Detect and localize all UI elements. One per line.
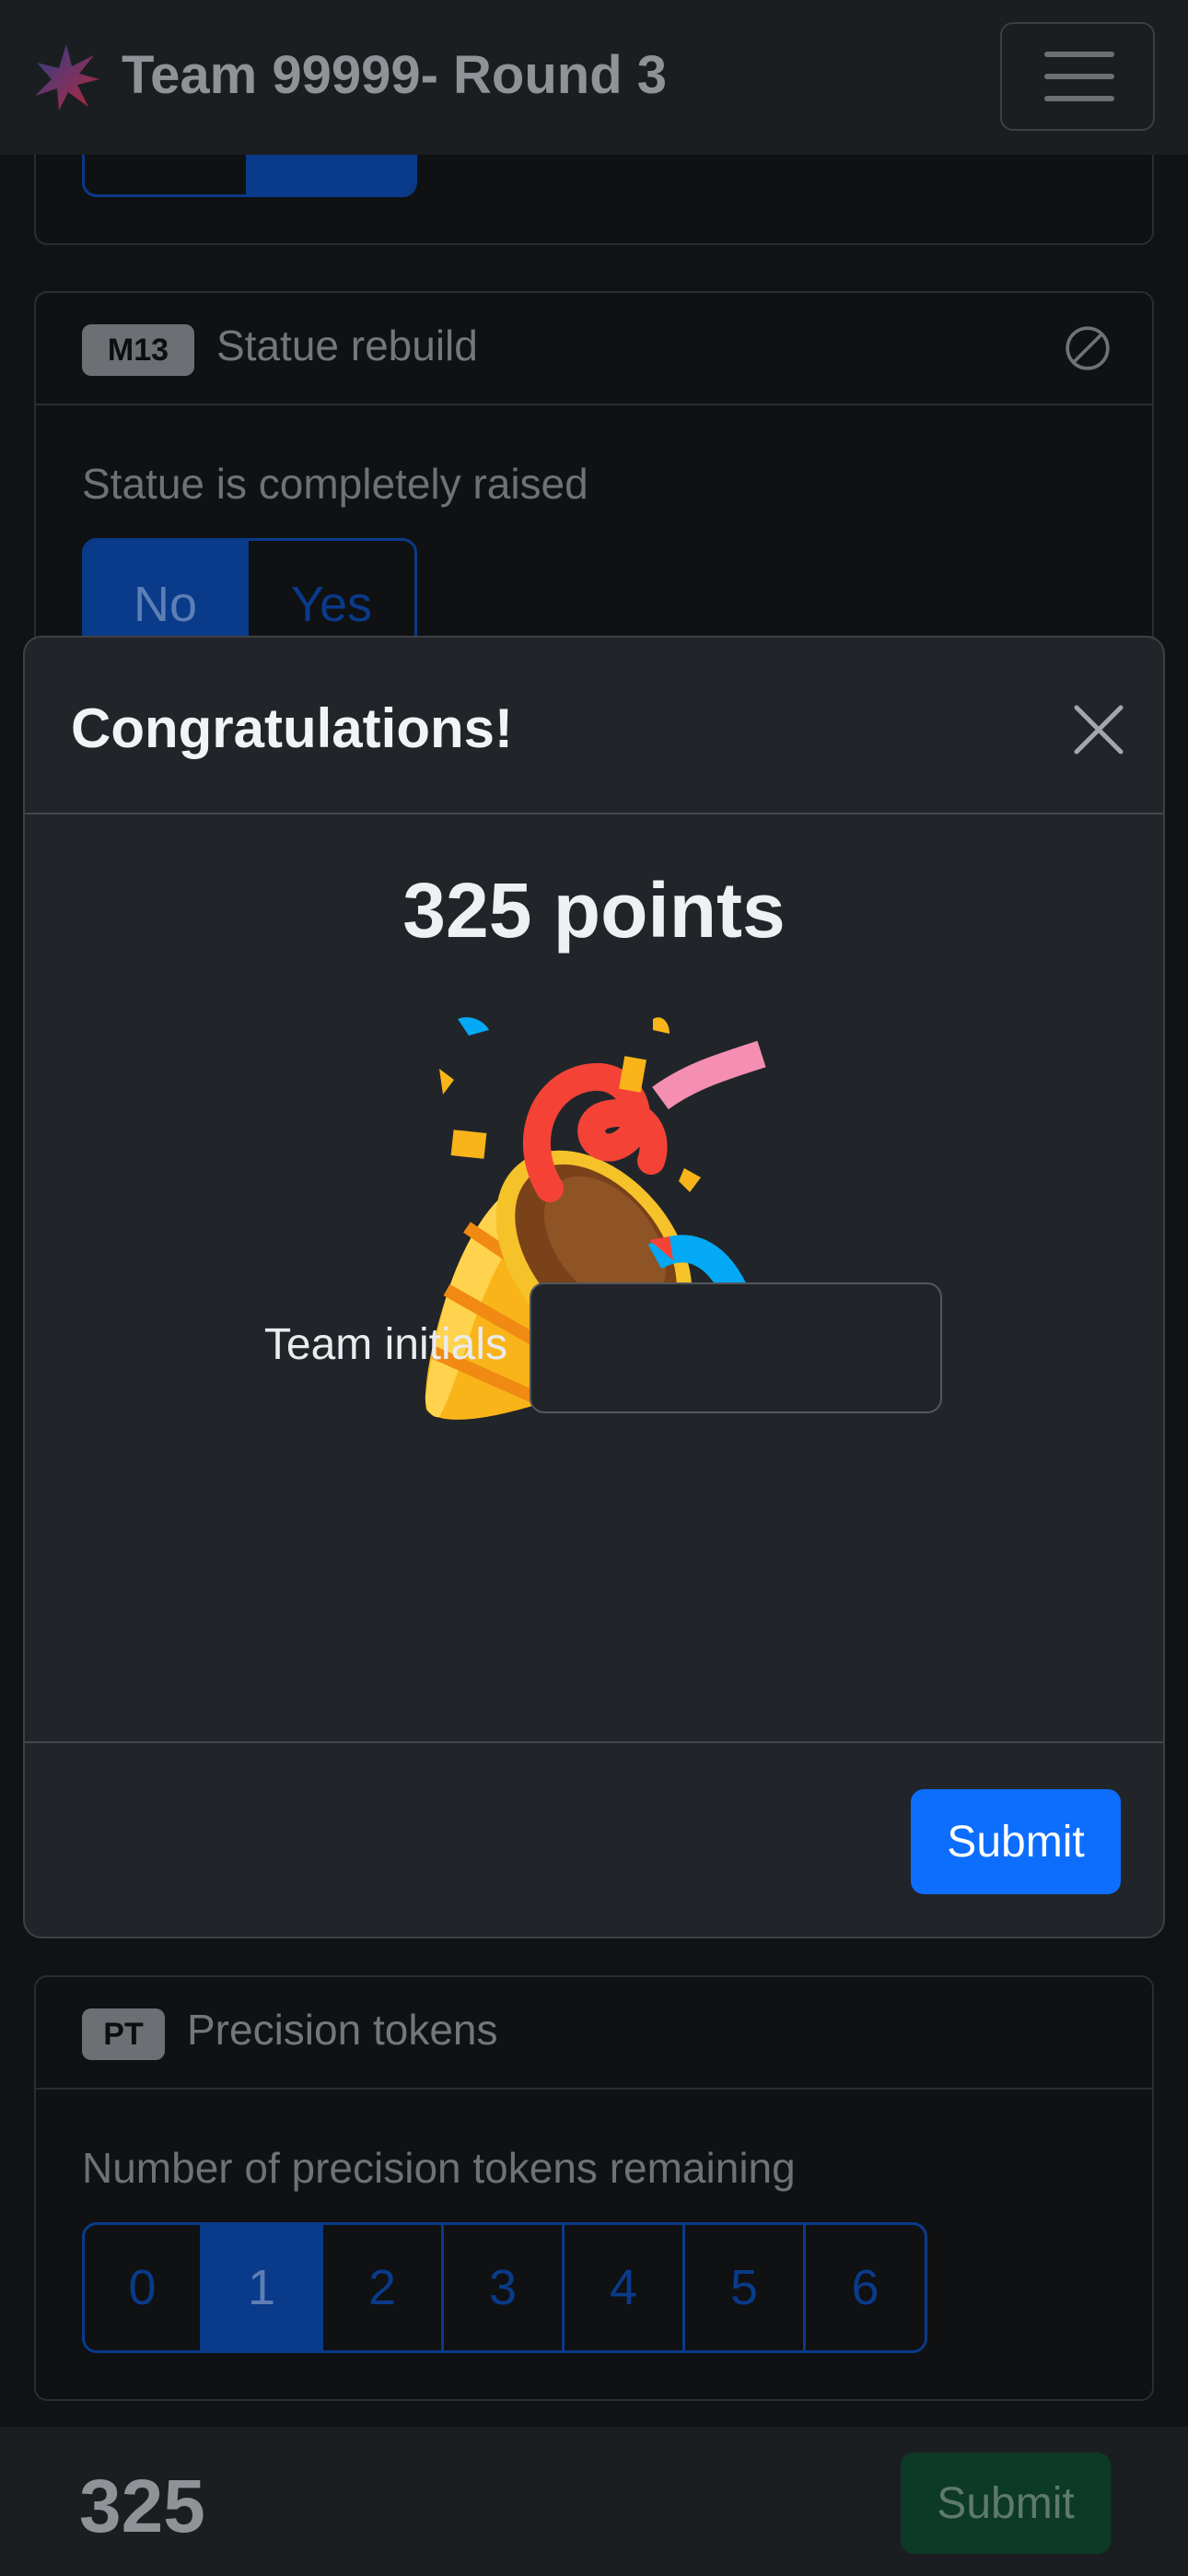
hamburger-menu-icon xyxy=(1044,52,1114,57)
token-option-2[interactable]: 2 xyxy=(323,2225,444,2350)
menu-toggle-button[interactable] xyxy=(1000,22,1155,131)
mission-badge: M13 xyxy=(82,324,194,376)
app-screen: Team 99999- Round 3 M13 Statue rebuild S… xyxy=(0,0,1188,2576)
modal-body: 325 points Team initials xyxy=(25,814,1163,1736)
mission-badge: PT xyxy=(82,2008,165,2060)
mission-title: Statue rebuild xyxy=(216,322,478,369)
points-heading: 325 points xyxy=(402,867,786,954)
token-option-5[interactable]: 5 xyxy=(685,2225,806,2350)
team-initials-label: Team initials xyxy=(263,1320,507,1369)
mission-question: Statue is completely raised xyxy=(82,460,588,508)
modal-submit-button[interactable]: Submit xyxy=(911,1789,1121,1894)
star-burst-logo-icon xyxy=(35,44,99,111)
app-title: Team 99999- Round 3 xyxy=(122,45,668,105)
mission-question: Number of precision tokens remaining xyxy=(82,2144,796,2192)
hamburger-line xyxy=(1044,74,1114,79)
team-initials-input[interactable] xyxy=(530,1282,942,1413)
top-navbar: Team 99999- Round 3 xyxy=(0,0,1188,155)
modal-footer: Submit xyxy=(25,1741,1163,1938)
total-score: 325 xyxy=(79,2465,205,2548)
mission-card-header: PT Precision tokens xyxy=(36,1977,1152,2090)
token-option-3[interactable]: 3 xyxy=(444,2225,565,2350)
modal-title: Congratulations! xyxy=(71,697,513,759)
token-option-0[interactable]: 0 xyxy=(85,2225,203,2350)
mission-card-header: M13 Statue rebuild xyxy=(36,293,1152,405)
slash-circle-icon[interactable] xyxy=(1064,324,1112,372)
token-option-4[interactable]: 4 xyxy=(565,2225,685,2350)
token-option-6[interactable]: 6 xyxy=(806,2225,925,2350)
footer-submit-button[interactable]: Submit xyxy=(901,2453,1111,2554)
close-x-icon[interactable] xyxy=(1071,702,1126,757)
mission-title: Precision tokens xyxy=(187,2006,498,2054)
precision-tokens-card: PT Precision tokens Number of precision … xyxy=(34,1975,1154,2401)
modal-header: Congratulations! xyxy=(25,638,1163,814)
token-option-1[interactable]: 1 xyxy=(203,2225,323,2350)
precision-tokens-selector: 0 1 2 3 4 5 6 xyxy=(82,2222,927,2353)
hamburger-line xyxy=(1044,96,1114,101)
mission-card-m13: M13 Statue rebuild Statue is completely … xyxy=(34,291,1154,678)
congratulations-modal: Congratulations! 325 points Team initial… xyxy=(23,636,1165,1938)
